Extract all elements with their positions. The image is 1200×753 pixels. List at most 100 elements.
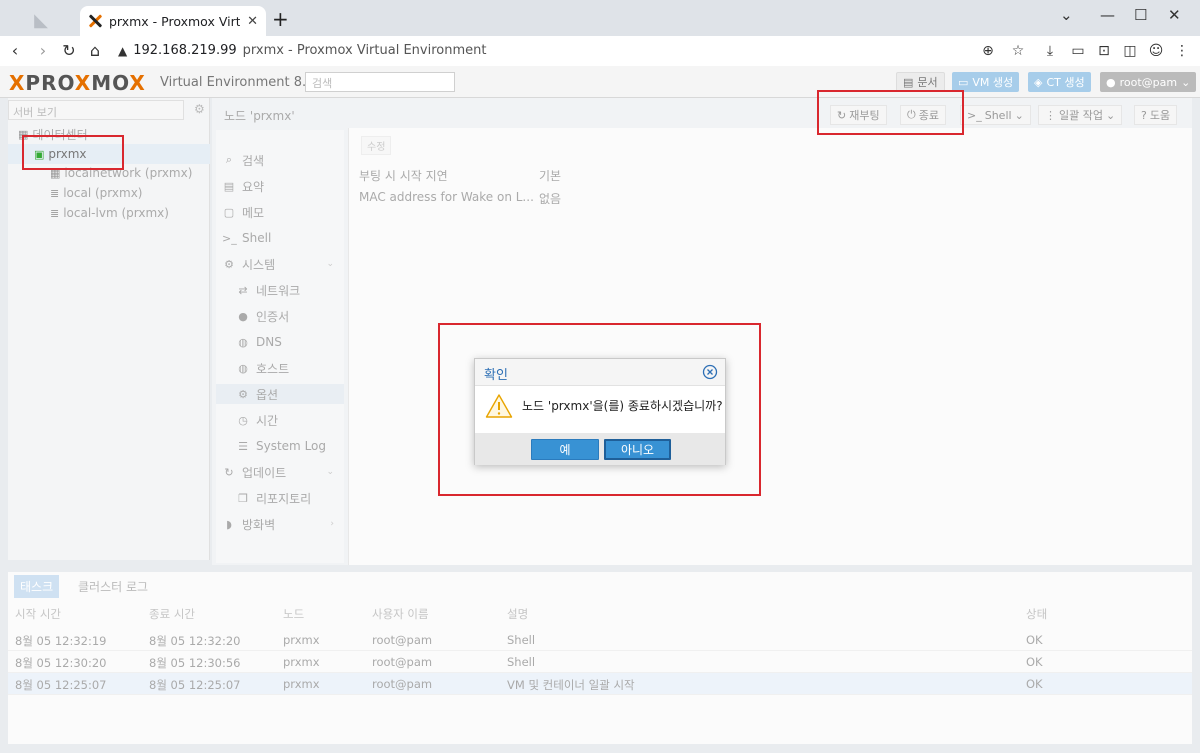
cell-status: OK [1026, 677, 1043, 691]
gear-icon[interactable]: ⚙ [194, 102, 205, 116]
option-name[interactable]: 부팅 시 시작 지연 [359, 167, 448, 184]
url-field[interactable]: ▲ 192.168.219.99 prxmx - Proxmox Virtual… [118, 43, 486, 58]
dialog-body: 노드 'prxmx'을(를) 종료하시겠습니까? [475, 387, 725, 433]
minimize-button[interactable]: — [1100, 6, 1115, 24]
tab-cluster-log[interactable]: 클러스터 로그 [72, 575, 154, 598]
browser-tab-strip: ◣ prxmx - Proxmox Virtual Environ ✕ + ⌄ … [0, 0, 1200, 36]
not-secure-icon[interactable]: ▲ [118, 44, 127, 58]
edit-button[interactable]: 수정 [361, 136, 392, 155]
forward-icon[interactable]: › [32, 40, 54, 62]
reload-icon[interactable]: ↻ [58, 40, 80, 62]
search-icon: ⌕ [225, 153, 233, 166]
table-row[interactable]: 8월 05 12:32:19 8월 05 12:32:20 prxmx root… [8, 629, 1192, 651]
menu-item-repositories[interactable]: ❐ 리포지토리 [216, 488, 344, 508]
menu-item-network[interactable]: ⇄ 네트워크 [216, 280, 344, 300]
new-tab-button[interactable]: + [272, 8, 289, 30]
profile-icon[interactable]: ◣ [6, 4, 76, 36]
menu-item-options[interactable]: ⚙ 옵션 [216, 384, 344, 404]
menu-item-time[interactable]: ◷ 시간 [216, 410, 344, 430]
server-icon: ▦ [18, 128, 29, 141]
option-name[interactable]: MAC address for Wake on L... [359, 190, 534, 204]
media-icon[interactable]: ▭ [1068, 41, 1088, 61]
docs-button[interactable]: ▤ 문서 [896, 72, 945, 92]
column-header[interactable]: 노드 [283, 606, 304, 622]
database-icon: ≣ [50, 206, 60, 220]
maximize-button[interactable]: ☐ [1134, 6, 1147, 24]
tree-storage-local[interactable]: ≣ local (prxmx) [50, 186, 142, 200]
menu-item-updates[interactable]: ↻ 업데이트 ⌄ [216, 462, 344, 482]
pve-header: XPROXMOX Virtual Environment 8.2.2 검색 ▤ 문… [0, 66, 1200, 98]
dialog-footer: 예 아니오 [475, 433, 725, 465]
dialog-header: 확인 [475, 359, 725, 386]
menu-label: 검색 [242, 153, 265, 168]
menu-label: 업데이트 [242, 465, 287, 480]
menu-label: System Log [256, 439, 326, 453]
cell-end: 8월 05 12:25:07 [149, 678, 241, 692]
shell-button[interactable]: >_ Shell ⌄ [960, 105, 1031, 125]
user-menu-button[interactable]: ● root@pam ⌄ [1100, 72, 1197, 92]
menu-item-system-log[interactable]: ☰ System Log [216, 436, 344, 456]
split-view-icon[interactable]: ◫ [1120, 41, 1140, 61]
menu-item-hosts[interactable]: ◍ 호스트 [216, 358, 344, 378]
menu-item-notes[interactable]: ▢ 메모 [216, 202, 344, 222]
more-menu-icon[interactable]: ⋮ [1172, 41, 1192, 61]
view-select[interactable]: 서버 보기 [8, 100, 184, 120]
column-header[interactable]: 상태 [1026, 606, 1047, 622]
clock-icon: ◷ [238, 413, 248, 427]
tree-datacenter[interactable]: ▦ 데이터센터 [18, 126, 88, 143]
home-icon[interactable]: ⌂ [84, 40, 106, 62]
column-header[interactable]: 종료 시간 [149, 606, 195, 622]
proxmox-logo: XPROXMOX [9, 71, 146, 95]
browser-tab[interactable]: prxmx - Proxmox Virtual Environ ✕ [80, 6, 266, 36]
create-ct-button[interactable]: ◈ CT 생성 [1028, 72, 1091, 92]
menu-item-system[interactable]: ⚙ 시스템 ⌄ [216, 254, 344, 274]
menu-item-search[interactable]: ⌕ 검색 [216, 150, 344, 170]
storage-label: localnetwork (prxmx) [64, 166, 193, 180]
column-header[interactable]: 시작 시간 [15, 606, 61, 622]
close-icon[interactable] [702, 364, 718, 380]
search-input[interactable]: 검색 [305, 72, 455, 92]
bulk-actions-button[interactable]: ⋮ 일괄 작업 ⌄ [1038, 105, 1123, 125]
cell-start: 8월 05 12:25:07 [15, 678, 107, 692]
reboot-label: 재부팅 [849, 109, 880, 122]
help-button[interactable]: ? 도움 [1134, 105, 1178, 125]
account-icon[interactable]: ☺ [1146, 41, 1166, 61]
desktop-icon: ▭ [958, 75, 969, 89]
cell-desc: VM 및 컨테이너 일괄 시작 [507, 678, 635, 692]
menu-item-shell[interactable]: >_ Shell [216, 228, 344, 248]
tab-search-icon[interactable]: ⌄ [1060, 6, 1073, 24]
tree-storage-local-lvm[interactable]: ≣ local-lvm (prxmx) [50, 206, 169, 220]
tab-close-icon[interactable]: ✕ [247, 14, 258, 29]
create-vm-button[interactable]: ▭ VM 생성 [952, 72, 1020, 92]
zoom-icon[interactable]: ⊕ [978, 41, 998, 61]
tab-tasks[interactable]: 태스크 [14, 575, 60, 598]
yes-button[interactable]: 예 [531, 439, 599, 460]
menu-item-certificates[interactable]: ● 인증서 [216, 306, 344, 326]
reboot-button[interactable]: ↻ 재부팅 [830, 105, 887, 125]
close-window-button[interactable]: ✕ [1168, 6, 1181, 24]
menu-item-firewall[interactable]: ◗ 방화벽 › [216, 514, 344, 534]
cell-user: root@pam [372, 655, 433, 669]
menu-label: 리포지토리 [256, 491, 312, 506]
shell-label: Shell [984, 108, 1012, 122]
back-icon[interactable]: ‹ [4, 40, 26, 62]
screenshot-icon[interactable]: ⊡ [1094, 41, 1114, 61]
menu-item-dns[interactable]: ◍ DNS [216, 332, 344, 352]
globe-icon: ◍ [238, 335, 248, 349]
cell-status: OK [1026, 655, 1043, 669]
menu-item-summary[interactable]: ▤ 요약 [216, 176, 344, 196]
cell-node: prxmx [283, 655, 320, 669]
shutdown-button[interactable]: ⏻ 종료 [900, 105, 946, 125]
cell-desc: Shell [507, 655, 536, 669]
column-header[interactable]: 설명 [507, 606, 528, 622]
favorites-icon[interactable]: ☆ [1008, 41, 1028, 61]
no-button[interactable]: 아니오 [604, 439, 671, 460]
table-row[interactable]: 8월 05 12:30:20 8월 05 12:30:56 prxmx root… [8, 651, 1192, 673]
table-row[interactable]: 8월 05 12:25:07 8월 05 12:25:07 prxmx root… [8, 673, 1192, 695]
downloads-icon[interactable]: ⤓ [1040, 41, 1060, 61]
tree-node-prxmx[interactable]: ▣ prxmx [8, 144, 210, 164]
warning-icon [485, 394, 513, 418]
address-bar: ‹ › ↻ ⌂ ▲ 192.168.219.99 prxmx - Proxmox… [0, 36, 1200, 66]
tree-storage-localnetwork[interactable]: ▦ localnetwork (prxmx) [50, 166, 192, 180]
column-header[interactable]: 사용자 이름 [372, 606, 429, 622]
